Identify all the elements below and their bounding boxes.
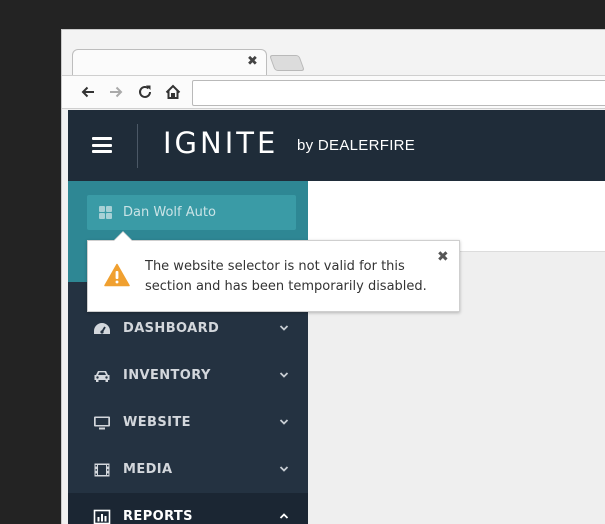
new-tab-button[interactable] <box>269 55 305 71</box>
chevron-down-icon <box>279 372 289 378</box>
sidebar-nav: DASHBOARD INVENTORY WEBSITE MEDIA REPORT… <box>68 305 308 524</box>
dashboard-icon <box>93 321 111 337</box>
popover-message: The website selector is not valid for th… <box>145 259 427 294</box>
browser-toolbar <box>62 75 605 109</box>
website-selector[interactable]: Dan Wolf Auto <box>87 195 296 230</box>
top-bar: IGNITE by DEALERFIRE <box>68 110 605 181</box>
monitor-icon <box>93 415 111 431</box>
film-icon <box>93 462 111 478</box>
sidebar-item-inventory[interactable]: INVENTORY <box>68 352 308 399</box>
chevron-down-icon <box>279 419 289 425</box>
close-icon[interactable]: ✖ <box>437 249 449 265</box>
sidebar-item-label: DASHBOARD <box>123 321 220 336</box>
sidebar-item-label: REPORTS <box>123 509 193 524</box>
menu-icon[interactable] <box>92 137 112 153</box>
chevron-up-icon <box>279 513 289 519</box>
warning-popover: The website selector is not valid for th… <box>87 231 460 312</box>
app-area: IGNITE by DEALERFIRE Dan Wolf Auto DASHB… <box>68 110 605 524</box>
browser-tab[interactable] <box>72 49 267 76</box>
sidebar-item-label: WEBSITE <box>123 415 191 430</box>
forward-icon[interactable] <box>106 82 126 102</box>
address-bar[interactable] <box>192 80 605 106</box>
sidebar-item-website[interactable]: WEBSITE <box>68 399 308 446</box>
back-icon[interactable] <box>78 82 98 102</box>
brand-suffix: by DEALERFIRE <box>297 137 416 154</box>
tab-strip: ✖ <box>62 30 605 76</box>
website-selector-label: Dan Wolf Auto <box>123 205 216 220</box>
header-divider <box>137 124 138 168</box>
chevron-down-icon <box>279 466 289 472</box>
reload-icon[interactable] <box>135 82 155 102</box>
tab-close-icon[interactable]: ✖ <box>247 54 258 69</box>
sidebar-item-label: MEDIA <box>123 462 173 477</box>
sidebar-item-label: INVENTORY <box>123 368 211 383</box>
chevron-down-icon <box>279 325 289 331</box>
car-icon <box>93 368 111 384</box>
sidebar-item-media[interactable]: MEDIA <box>68 446 308 493</box>
sidebar-item-dashboard[interactable]: DASHBOARD <box>68 305 308 352</box>
popover-arrow <box>114 232 132 241</box>
sidebar: Dan Wolf Auto DASHBOARD INVENTORY WEBSIT… <box>68 181 308 524</box>
grid-icon <box>99 206 112 219</box>
brand-logo: IGNITE <box>163 126 279 160</box>
sidebar-item-reports[interactable]: REPORTS <box>68 493 308 524</box>
bar-chart-icon <box>93 509 111 524</box>
home-icon[interactable] <box>163 82 183 102</box>
warning-icon <box>104 263 130 287</box>
